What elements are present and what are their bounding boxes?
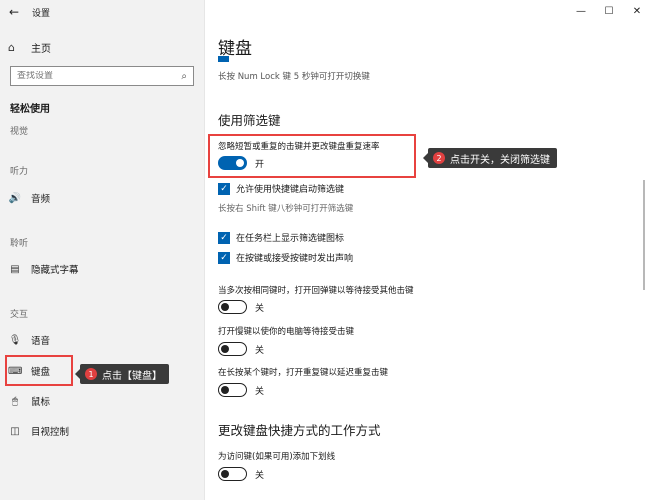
group-label-interaction: 交互	[10, 310, 29, 320]
captions-icon: ▤	[10, 263, 20, 275]
search-icon[interactable]: ⌕	[181, 71, 187, 82]
repeat-keys-toggle[interactable]	[218, 383, 247, 397]
toggle-knob	[221, 302, 229, 311]
underline-toggle[interactable]	[218, 467, 247, 481]
speaker-icon: 🔊	[8, 192, 22, 204]
group-label-hearing: 听力	[10, 167, 29, 177]
title-bar: ← 设置	[0, 0, 204, 24]
taskbar-icon-checkbox-row[interactable]: ✓ 在任务栏上显示筛选键图标	[218, 231, 344, 244]
bounce-keys-setting-label: 当多次按相同键时，打开回弹键以等待接受其他击键	[218, 286, 414, 296]
search-input[interactable]	[17, 71, 182, 81]
scrollbar[interactable]	[643, 180, 645, 290]
window-title: 设置	[32, 8, 51, 19]
step-number-badge: 1	[85, 368, 97, 380]
sidebar-item-speech[interactable]: 🎙 语音	[8, 331, 50, 349]
numlock-hint: 长按 Num Lock 键 5 秒钟可打开切换键	[218, 72, 370, 82]
step-number-badge: 2	[433, 152, 445, 164]
sidebar-item-captions[interactable]: ▤ 隐藏式字幕	[8, 260, 79, 278]
maximize-icon[interactable]: ☐	[595, 0, 623, 22]
home-icon: ⌂	[8, 40, 15, 54]
toggle-state-label: 关	[255, 470, 265, 481]
repeat-keys-toggle-row[interactable]: 关	[218, 383, 264, 397]
section-title-shortcuts: 更改键盘快捷方式的工作方式	[218, 423, 381, 438]
toggle-state-label: 关	[255, 386, 265, 397]
highlight-box-filter-toggle	[208, 134, 416, 178]
sidebar-item-label: 目视控制	[31, 427, 70, 438]
toggle-state-label: 关	[255, 345, 265, 356]
sidebar: ← 设置 ⌂ 主页 ⌕ 轻松使用 视觉 听力 🔊 音频 聆听 ▤ 隐藏式字幕 交…	[0, 0, 204, 500]
close-icon[interactable]: ✕	[623, 0, 651, 22]
toggle-state-label: 关	[255, 303, 265, 314]
window-controls: — ☐ ✕	[567, 0, 651, 22]
slow-keys-toggle[interactable]	[218, 342, 247, 356]
sidebar-item-label: 隐藏式字幕	[31, 265, 79, 276]
nav-home[interactable]: ⌂ 主页	[8, 38, 51, 56]
toggle-knob	[221, 344, 229, 353]
group-label-vision: 视觉	[10, 127, 29, 137]
callout-step-2: 2 点击开关，关闭筛选键	[423, 148, 557, 168]
checkmark-icon[interactable]: ✓	[218, 231, 230, 244]
checkbox-label: 允许使用快捷键启动筛选键	[236, 185, 345, 195]
slow-keys-toggle-row[interactable]: 关	[218, 342, 264, 356]
callout-step-1: 1 点击【键盘】	[75, 364, 169, 384]
callout-text: 点击【键盘】	[102, 370, 162, 382]
slow-keys-setting-label: 打开慢键以使你的电脑等待接受击键	[218, 327, 355, 337]
partial-checkbox[interactable]	[218, 56, 229, 62]
section-title-filter-keys: 使用筛选键	[218, 113, 281, 128]
search-box[interactable]: ⌕	[10, 66, 194, 86]
repeat-keys-setting-label: 在长按某个键时，打开重复键以延迟重复击键	[218, 368, 389, 378]
category-title: 轻松使用	[10, 104, 50, 115]
back-arrow-icon[interactable]: ←	[0, 0, 28, 24]
nav-home-label: 主页	[31, 43, 51, 55]
checkbox-label: 在任务栏上显示筛选键图标	[236, 234, 345, 244]
callout-text: 点击开关，关闭筛选键	[450, 154, 550, 166]
underline-setting-label: 为访问键(如果可用)添加下划线	[218, 452, 336, 462]
underline-toggle-row[interactable]: 关	[218, 467, 264, 481]
eye-control-icon: ◫	[10, 425, 20, 437]
sidebar-item-audio[interactable]: 🔊 音频	[8, 189, 50, 207]
sidebar-item-label: 鼠标	[31, 397, 51, 408]
bounce-keys-toggle-row[interactable]: 关	[218, 300, 264, 314]
checkmark-icon[interactable]: ✓	[218, 182, 230, 195]
mouse-icon: 🖱	[12, 395, 18, 407]
microphone-icon: 🎙	[8, 334, 22, 346]
beep-checkbox-row[interactable]: ✓ 在按键或接受按键时发出声响	[218, 251, 353, 264]
checkmark-icon[interactable]: ✓	[218, 251, 230, 264]
checkbox-label: 在按键或接受按键时发出声响	[236, 254, 354, 264]
filter-shortcut-hint: 长按右 Shift 键八秒钟可打开筛选键	[218, 204, 354, 214]
pane-divider	[204, 0, 205, 500]
sidebar-item-label: 语音	[31, 336, 51, 347]
minimize-icon[interactable]: —	[567, 0, 595, 22]
sidebar-item-label: 音频	[31, 194, 51, 205]
toggle-knob	[221, 385, 229, 394]
group-label-listening: 聆听	[10, 239, 29, 249]
highlight-box-keyboard	[5, 355, 73, 386]
toggle-knob	[221, 469, 229, 478]
filter-shortcut-checkbox-row[interactable]: ✓ 允许使用快捷键启动筛选键	[218, 182, 344, 195]
sidebar-item-eye-control[interactable]: ◫ 目视控制	[8, 422, 69, 440]
sidebar-item-mouse[interactable]: 🖱 鼠标	[8, 392, 50, 410]
bounce-keys-toggle[interactable]	[218, 300, 247, 314]
